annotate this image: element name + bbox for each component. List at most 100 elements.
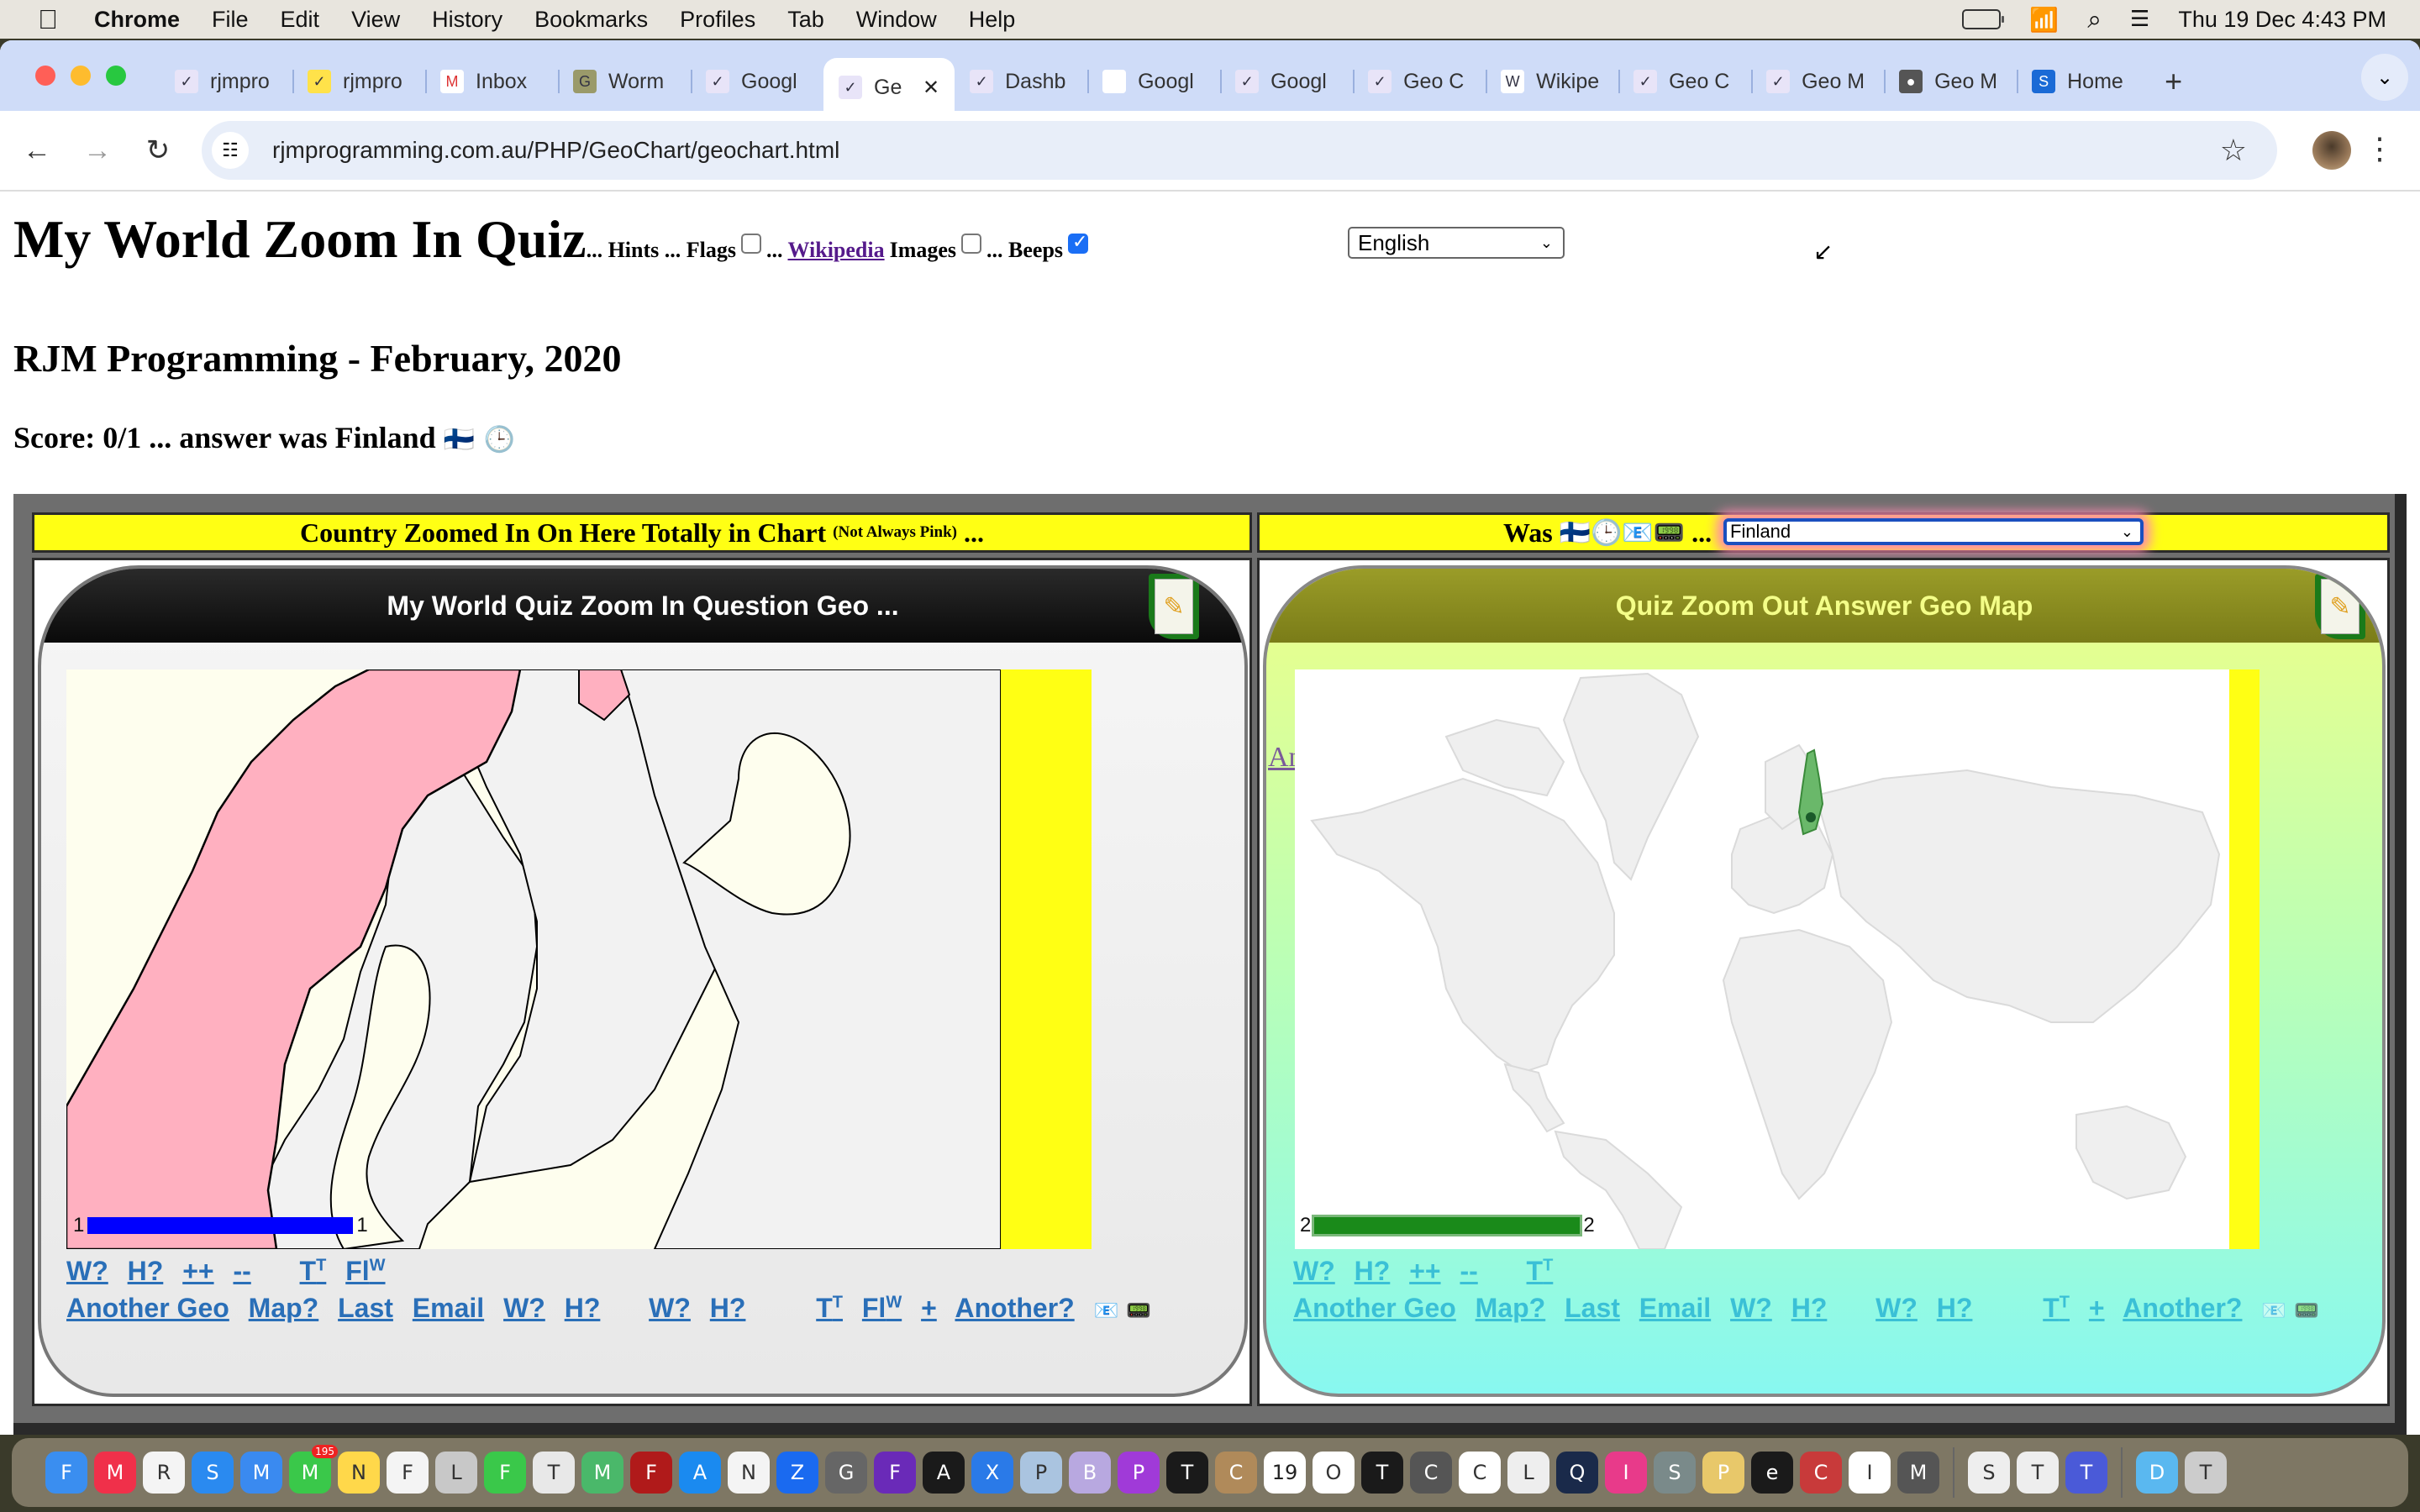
browser-tab[interactable]: Googl	[1087, 58, 1220, 105]
dock-app-trash[interactable]: T	[2185, 1452, 2227, 1494]
dock-app-music[interactable]: M	[94, 1452, 136, 1494]
dock-app-notes[interactable]: N	[338, 1452, 380, 1494]
dock-app-calculator[interactable]: C	[1410, 1452, 1452, 1494]
dock-app-bbedit[interactable]: B	[1069, 1452, 1111, 1494]
width-query-link-3[interactable]: W?	[1876, 1293, 1918, 1323]
dock-app-quicktime[interactable]: Q	[1556, 1452, 1598, 1494]
bookmark-star-icon[interactable]: ☆	[2220, 133, 2247, 168]
dock-app-textedit2[interactable]: T	[2017, 1452, 2059, 1494]
dock-app-downloads[interactable]: D	[2136, 1452, 2178, 1494]
dock-app-podcasts[interactable]: P	[1118, 1452, 1160, 1494]
width-query-link-2[interactable]: W?	[503, 1293, 545, 1323]
browser-tab[interactable]: S Home	[2017, 58, 2149, 105]
dock-app-contacts[interactable]: C	[1215, 1452, 1257, 1494]
menu-app-name[interactable]: Chrome	[94, 7, 180, 33]
height-query-link-2[interactable]: H?	[565, 1293, 601, 1323]
dock-app-freeform[interactable]: F	[387, 1452, 429, 1494]
width-query-link[interactable]: W?	[66, 1256, 108, 1286]
another-link[interactable]: Another?	[955, 1293, 1074, 1323]
flags-checkbox[interactable]	[740, 234, 761, 254]
menubar-clock[interactable]: Thu 19 Dec 4:43 PM	[2178, 7, 2386, 33]
dock-app-terminal-exec[interactable]: T	[1166, 1452, 1208, 1494]
dock-app-cinema[interactable]: C	[1800, 1452, 1842, 1494]
site-info-icon[interactable]: ☷	[212, 132, 249, 169]
map-query-link[interactable]: Map?	[249, 1293, 319, 1323]
plus-link[interactable]: +	[921, 1293, 937, 1323]
height-query-link-3[interactable]: H?	[1937, 1293, 1973, 1323]
dock-app-teams[interactable]: T	[2065, 1452, 2107, 1494]
language-select[interactable]: English ⌄	[1348, 227, 1565, 259]
last-link[interactable]: Last	[338, 1293, 393, 1323]
menu-view[interactable]: View	[351, 7, 400, 33]
email-image-icon[interactable]: 📧	[1094, 1299, 1119, 1322]
menu-edit[interactable]: Edit	[281, 7, 320, 33]
dock-app-textedit[interactable]: T	[533, 1452, 575, 1494]
zoom-out-link[interactable]: --	[1460, 1256, 1477, 1286]
dock-app-mamp[interactable]: M	[1897, 1452, 1939, 1494]
country-select[interactable]: Finland ⌄	[1723, 518, 2144, 545]
width-query-link-3[interactable]: W?	[649, 1293, 691, 1323]
browser-tab[interactable]: ✓ rjmpro	[292, 58, 425, 105]
dock-app-news[interactable]: N	[728, 1452, 770, 1494]
browser-tab[interactable]: ✓ Geo C	[1353, 58, 1486, 105]
pager-icon[interactable]: 📟	[1126, 1299, 1151, 1322]
dock-app-paintbrush[interactable]: P	[1702, 1452, 1744, 1494]
notepad-icon[interactable]: ✎	[1149, 574, 1199, 639]
dock-app-safari[interactable]: S	[192, 1452, 234, 1494]
profile-avatar[interactable]	[2312, 131, 2351, 170]
map-query-link[interactable]: Map?	[1476, 1293, 1546, 1323]
menu-file[interactable]: File	[212, 7, 249, 33]
chrome-menu-icon[interactable]: ⋮	[2365, 131, 2395, 166]
dock-app-facetime[interactable]: F	[484, 1452, 526, 1494]
new-tab-button[interactable]: +	[2149, 64, 2197, 99]
flag-wiki-link[interactable]: FlW	[345, 1256, 385, 1286]
zoom-in-link[interactable]: ++	[182, 1256, 213, 1286]
world-answer-map[interactable]: 2 2	[1295, 669, 2229, 1249]
dock-app-reminders[interactable]: R	[143, 1452, 185, 1494]
forward-button[interactable]: →	[74, 127, 121, 174]
wifi-icon[interactable]: 📶	[2029, 6, 2059, 34]
dock-app-opera[interactable]: O	[1313, 1452, 1355, 1494]
dock-app-app-store[interactable]: A	[679, 1452, 721, 1494]
dock-app-preview[interactable]: P	[1020, 1452, 1062, 1494]
beeps-checkbox[interactable]	[1068, 232, 1089, 254]
menu-tab[interactable]: Tab	[787, 7, 824, 33]
height-query-link-2[interactable]: H?	[1791, 1293, 1828, 1323]
text-toggle-link[interactable]: TT	[300, 1256, 327, 1286]
email-link[interactable]: Email	[413, 1293, 484, 1323]
dock-app-system-preferences[interactable]: S	[1654, 1452, 1696, 1494]
browser-tab[interactable]: G Worm	[558, 58, 691, 105]
height-query-link-3[interactable]: H?	[710, 1293, 746, 1323]
address-bar[interactable]: ☷ rjmprogramming.com.au/PHP/GeoChart/geo…	[202, 121, 2277, 180]
control-center-icon[interactable]: ☰	[2130, 7, 2149, 32]
notepad-icon[interactable]: ✎	[2315, 574, 2365, 639]
width-query-link[interactable]: W?	[1293, 1256, 1335, 1286]
another-link[interactable]: Another?	[2123, 1293, 2242, 1323]
reload-button[interactable]: ↻	[134, 127, 182, 174]
dock-app-firefox[interactable]: F	[874, 1452, 916, 1494]
plus-link[interactable]: +	[2089, 1293, 2105, 1323]
menu-help[interactable]: Help	[969, 7, 1016, 33]
dock-app-finder[interactable]: F	[45, 1452, 87, 1494]
dock-app-terminal[interactable]: T	[1361, 1452, 1403, 1494]
menu-bookmarks[interactable]: Bookmarks	[534, 7, 648, 33]
browser-tab[interactable]: ✓ Geo M	[1751, 58, 1884, 105]
dock-app-xcode[interactable]: X	[971, 1452, 1013, 1494]
close-tab-icon[interactable]: ✕	[923, 76, 939, 100]
menu-profiles[interactable]: Profiles	[680, 7, 755, 33]
zoomed-in-map[interactable]: 1 1	[66, 669, 1001, 1249]
height-query-link[interactable]: H?	[128, 1256, 164, 1286]
dock-app-mail[interactable]: M	[240, 1452, 282, 1494]
battery-icon[interactable]	[1962, 9, 2005, 29]
spotlight-search-icon[interactable]: ⌕	[2087, 5, 2102, 34]
flag-wiki-link-2[interactable]: FlW	[862, 1293, 902, 1323]
close-window-button[interactable]	[35, 66, 55, 86]
menu-window[interactable]: Window	[856, 7, 937, 33]
browser-tab[interactable]: ✓ Geo C	[1618, 58, 1751, 105]
dock-app-filezilla[interactable]: F	[630, 1452, 672, 1494]
another-geo-link[interactable]: Another Geo	[66, 1293, 229, 1323]
browser-tab[interactable]: ✓ Googl	[691, 58, 823, 105]
back-button[interactable]: ←	[13, 127, 60, 174]
browser-tab[interactable]: ● Geo M	[1884, 58, 2017, 105]
zoom-in-link[interactable]: ++	[1409, 1256, 1440, 1286]
